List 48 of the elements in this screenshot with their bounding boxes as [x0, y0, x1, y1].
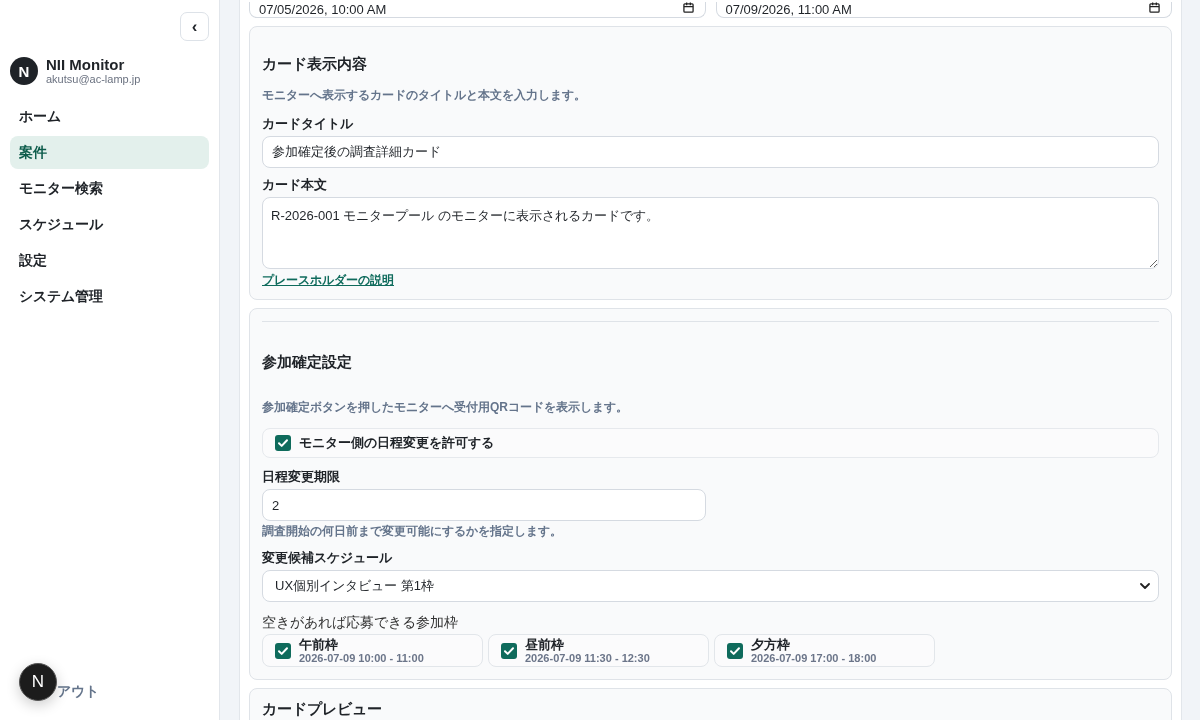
field-label: カード本文 [262, 177, 327, 193]
nav-item[interactable]: ホーム [10, 100, 209, 133]
nav-item[interactable]: モニター検索 [10, 172, 209, 205]
deadline-field[interactable]: 2 [262, 489, 706, 521]
date-time-field[interactable]: 07/09/2026, 11:00 AM [715, 2, 1172, 18]
field-hint: 調査開始の何日前まで変更可能にするかを指定します。 [262, 523, 562, 539]
nav-item[interactable]: システム管理 [10, 280, 209, 313]
section-heading: カードプレビュー [262, 699, 382, 719]
user-name: NII Monitor [46, 56, 126, 73]
slot-time: 2026-07-09 17:00 - 18:00 [751, 651, 877, 665]
calendar-icon[interactable] [1149, 2, 1160, 13]
checkbox[interactable] [501, 642, 517, 659]
option-label: モニター側の日程変更を許可する [299, 434, 494, 452]
placeholder-help-link[interactable]: プレースホルダーの説明 [262, 272, 394, 288]
user-email: akutsu@ac-lamp.jp [46, 73, 141, 86]
card-title-field[interactable]: 参加確定後の調査詳細カード [262, 136, 1159, 168]
slot-time: 2026-07-09 10:00 - 11:00 [299, 651, 424, 665]
field-label: 空きがあれば応募できる参加枠 [262, 613, 458, 631]
slot-option[interactable]: 夕方枠 2026-07-09 17:00 - 18:00 [714, 634, 935, 667]
logout-link[interactable]: アウト [57, 683, 99, 699]
field-label: 日程変更期限 [262, 469, 340, 485]
checkbox[interactable] [275, 435, 291, 451]
collapse-sidebar-button[interactable]: ‹ [180, 12, 209, 41]
slot-option[interactable]: 午前枠 2026-07-09 10:00 - 11:00 [262, 634, 483, 667]
nav-item[interactable]: スケジュール [10, 208, 209, 241]
section-description: 参加確定ボタンを押したモニターへ受付用QRコードを表示します。 [262, 399, 628, 415]
checkbox[interactable] [727, 642, 743, 659]
nav-item[interactable]: 案件 [10, 136, 209, 169]
date-time-field[interactable]: 07/05/2026, 10:00 AM [249, 2, 706, 18]
slot-time: 2026-07-09 11:30 - 12:30 [525, 651, 650, 665]
section-description: モニターへ表示するカードのタイトルと本文を入力します。 [262, 87, 586, 103]
slot-option[interactable]: 昼前枠 2026-07-09 11:30 - 12:30 [488, 634, 709, 667]
checkbox[interactable] [275, 642, 291, 659]
chevron-down-icon [1140, 583, 1150, 589]
schedule-select[interactable]: UX個別インタビュー 第1枠 [262, 570, 1159, 602]
slot-name: 昼前枠 [525, 636, 565, 652]
section-heading: 参加確定設定 [262, 352, 352, 372]
section-heading: カード表示内容 [262, 54, 367, 74]
field-label: カードタイトル [262, 116, 353, 132]
allow-change-option[interactable]: モニター側の日程変更を許可する [262, 428, 1159, 458]
card-body-field[interactable]: R-2026-001 モニタープール のモニターに表示されるカードです。 [262, 197, 1159, 269]
user-avatar: N [10, 57, 38, 85]
slot-name: 午前枠 [299, 636, 339, 652]
nav-item[interactable]: 設定 [10, 244, 209, 277]
field-label: 変更候補スケジュール [262, 550, 392, 566]
slot-name: 夕方枠 [751, 636, 791, 652]
calendar-icon[interactable] [682, 2, 694, 13]
dev-tools-button[interactable]: N [19, 663, 57, 701]
